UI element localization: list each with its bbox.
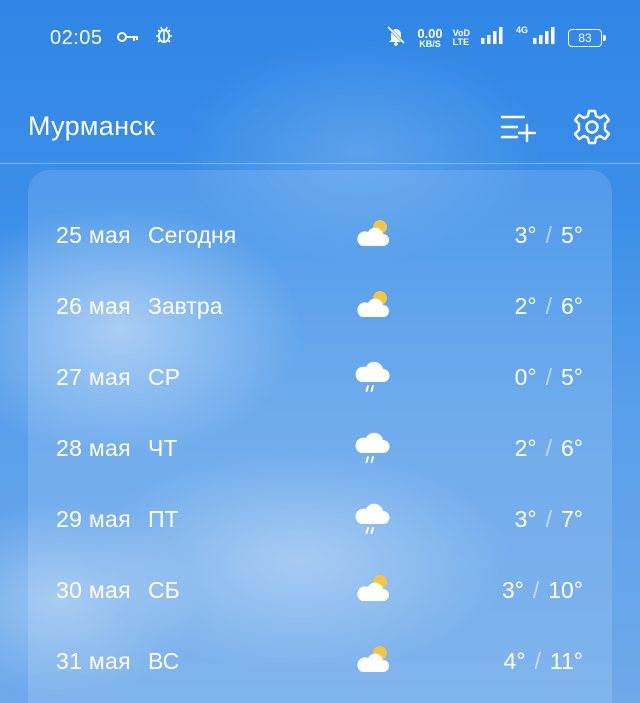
temp-separator: /: [532, 577, 540, 603]
forecast-temp: 2° / 6°: [515, 293, 583, 320]
temp-low: 2°: [514, 293, 537, 319]
battery-indicator: 83: [568, 29, 606, 47]
forecast-temp: 3° / 5°: [515, 222, 583, 249]
forecast-row[interactable]: 26 мая Завтра 2° / 6°: [28, 271, 612, 342]
forecast-day: ВС: [148, 648, 180, 674]
temp-high: 5°: [561, 222, 583, 248]
forecast-card: 25 мая Сегодня 3° / 5° 26 мая Завтра 2° / 6° 27 ма…: [28, 170, 612, 703]
partly-cloudy-icon: [353, 214, 393, 254]
network-speed: 0.00 KB/S: [417, 27, 442, 49]
temp-high: 6°: [561, 435, 583, 461]
temp-low: 0°: [514, 364, 537, 390]
temp-high: 5°: [561, 364, 583, 390]
bell-muted-icon: [385, 24, 407, 52]
volte-indicator: VoD LTE: [453, 29, 470, 47]
bug-icon: [153, 24, 175, 52]
forecast-date: 29 мая: [56, 506, 131, 532]
forecast-day: СБ: [148, 577, 180, 603]
forecast-row[interactable]: 30 мая СБ 3° / 10°: [28, 555, 612, 626]
forecast-row[interactable]: 27 мая СР 0° / 5°: [28, 342, 612, 413]
forecast-row[interactable]: 28 мая ЧТ 2° / 6°: [28, 413, 612, 484]
forecast-date: 26 мая: [56, 293, 131, 319]
rain-icon: [353, 427, 393, 467]
temp-low: 3°: [514, 506, 537, 532]
temp-separator: /: [545, 293, 552, 319]
forecast-date: 27 мая: [56, 364, 131, 390]
forecast-temp: 0° / 5°: [515, 364, 583, 391]
temp-separator: /: [545, 364, 552, 390]
temp-separator: /: [545, 222, 552, 248]
forecast-temp: 3° / 10°: [502, 577, 583, 604]
forecast-day: СР: [148, 364, 180, 390]
network-type: 4G: [515, 25, 528, 35]
status-left: 02:05: [50, 24, 175, 52]
forecast-day: Завтра: [148, 293, 223, 319]
add-list-icon[interactable]: [498, 107, 538, 147]
temp-separator: /: [545, 506, 552, 532]
key-icon: [116, 27, 139, 49]
temp-low: 3°: [514, 222, 537, 248]
forecast-row[interactable]: 25 мая Сегодня 3° / 5°: [28, 200, 612, 271]
settings-icon[interactable]: [572, 107, 612, 147]
forecast-day: Сегодня: [148, 222, 237, 248]
temp-separator: /: [534, 648, 541, 674]
speed-unit: KB/S: [419, 39, 441, 49]
temp-low: 4°: [503, 648, 526, 674]
forecast-date: 30 мая: [56, 577, 131, 603]
temp-high: 6°: [561, 293, 583, 319]
temp-high: 10°: [548, 577, 583, 603]
forecast-temp: 2° / 6°: [515, 435, 583, 462]
forecast-temp: 4° / 11°: [504, 648, 583, 675]
forecast-date: 31 мая: [56, 648, 131, 674]
forecast-date: 25 мая: [56, 222, 131, 248]
header-actions: [498, 107, 612, 147]
status-time: 02:05: [50, 26, 103, 49]
forecast-date: 28 мая: [56, 435, 131, 461]
temp-separator: /: [545, 435, 552, 461]
partly-cloudy-icon: [353, 640, 393, 680]
volte-bottom: LTE: [452, 37, 469, 47]
forecast-row[interactable]: 31 мая ВС 4° / 11°: [28, 626, 612, 697]
rain-icon: [353, 498, 393, 538]
city-title[interactable]: Мурманск: [28, 111, 155, 142]
app-header: Мурманск: [0, 90, 640, 164]
rain-icon: [353, 356, 393, 396]
temp-high: 11°: [549, 648, 583, 674]
forecast-day: ЧТ: [148, 435, 178, 461]
signal-icon: [532, 26, 558, 50]
partly-cloudy-icon: [353, 285, 393, 325]
forecast-temp: 3° / 7°: [515, 506, 583, 533]
forecast-row[interactable]: 29 мая ПТ 3° / 7°: [28, 484, 612, 555]
forecast-day: ПТ: [148, 506, 179, 532]
temp-high: 7°: [561, 506, 583, 532]
temp-low: 2°: [514, 435, 537, 461]
status-right: 0.00 KB/S VoD LTE 4G 83: [385, 24, 606, 52]
partly-cloudy-icon: [353, 569, 393, 609]
temp-low: 3°: [501, 577, 524, 603]
status-bar: 02:05 0.00 KB/S VoD LTE 4G 83: [0, 0, 640, 76]
signal-icon: [480, 26, 506, 50]
